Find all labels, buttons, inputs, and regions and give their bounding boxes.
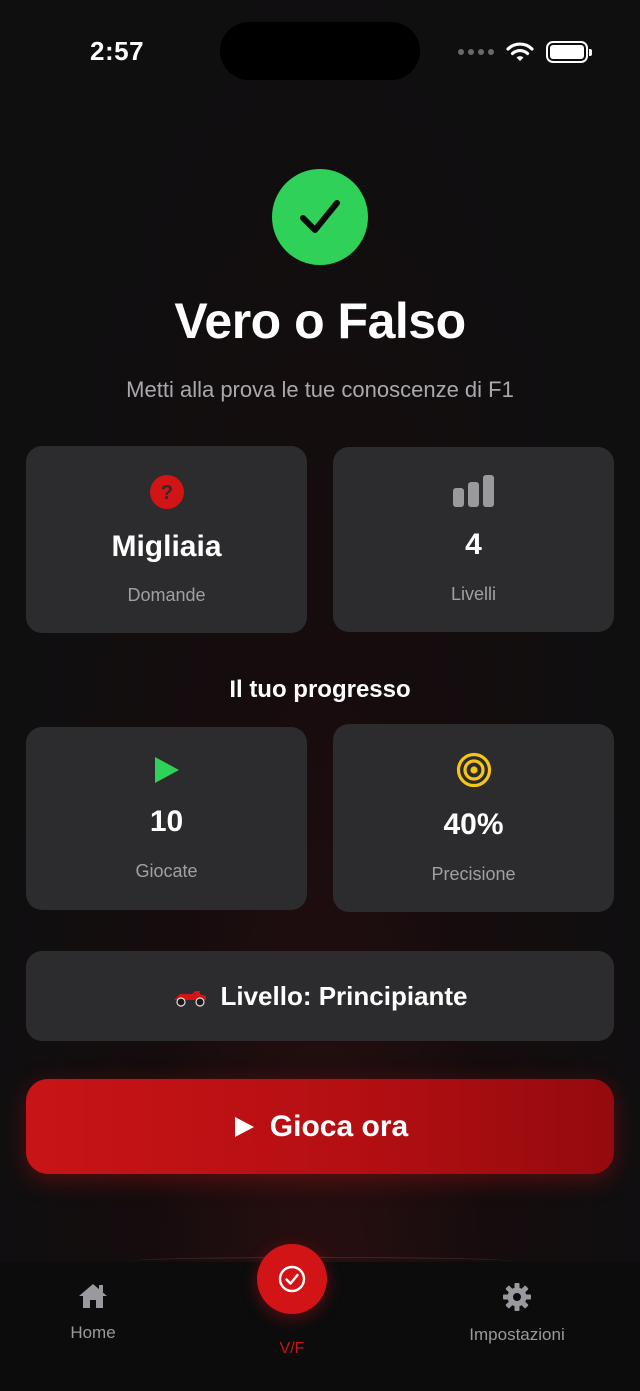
checkmark-circle-icon <box>272 169 368 265</box>
question-circle-icon: ? <box>26 474 307 510</box>
progress-title: Il tuo progresso <box>229 676 411 703</box>
level-indicator: Livello: Principiante <box>26 951 614 1041</box>
play-icon <box>234 1116 254 1137</box>
info-card-questions: ? Migliaia Domande <box>26 446 307 633</box>
play-icon <box>26 755 307 785</box>
wifi-icon <box>506 42 534 61</box>
tab-home-label: Home <box>70 1323 116 1342</box>
page-subtitle: Metti alla prova le tue conoscenze di F1 <box>126 377 514 402</box>
questions-value: Migliaia <box>111 530 222 563</box>
played-value: 10 <box>149 805 184 838</box>
tab-true-false-label: V/F <box>279 1340 305 1357</box>
status-bar: 2:57 <box>0 0 640 100</box>
accuracy-value: 40% <box>443 808 504 841</box>
signal-icon <box>458 49 494 55</box>
tab-true-false[interactable] <box>257 1244 327 1314</box>
progress-card-accuracy: 40% Precisione <box>333 724 614 912</box>
play-now-button[interactable]: Gioca ora <box>26 1079 614 1174</box>
page-title: Vero o Falso <box>174 293 466 349</box>
screen: 2:57 Vero o Falso Metti alla prova le tu… <box>0 0 640 1391</box>
status-indicators <box>458 40 592 64</box>
questions-label: Domande <box>127 585 206 605</box>
tab-home[interactable]: Home <box>13 1282 173 1343</box>
progress-card-played: 10 Giocate <box>26 727 307 910</box>
home-icon <box>79 1284 107 1308</box>
gear-icon <box>503 1283 531 1311</box>
race-car-icon <box>174 988 207 1007</box>
play-now-label: Gioca ora <box>269 1109 409 1143</box>
target-icon <box>333 752 614 788</box>
tab-settings[interactable]: Impostazioni <box>437 1282 597 1345</box>
checkmark-circle-icon <box>278 1265 306 1293</box>
status-time: 2:57 <box>90 36 145 66</box>
battery-icon <box>546 41 592 63</box>
played-label: Giocate <box>135 861 198 881</box>
level-text: Livello: Principiante <box>220 980 468 1011</box>
levels-value: 4 <box>465 528 482 561</box>
svg-text:?: ? <box>160 482 172 504</box>
accuracy-label: Precisione <box>431 864 516 884</box>
bar-chart-icon <box>333 474 614 508</box>
tab-settings-label: Impostazioni <box>469 1325 565 1344</box>
dynamic-island <box>220 22 420 80</box>
levels-label: Livelli <box>450 584 497 604</box>
info-card-levels: 4 Livelli <box>333 447 614 632</box>
